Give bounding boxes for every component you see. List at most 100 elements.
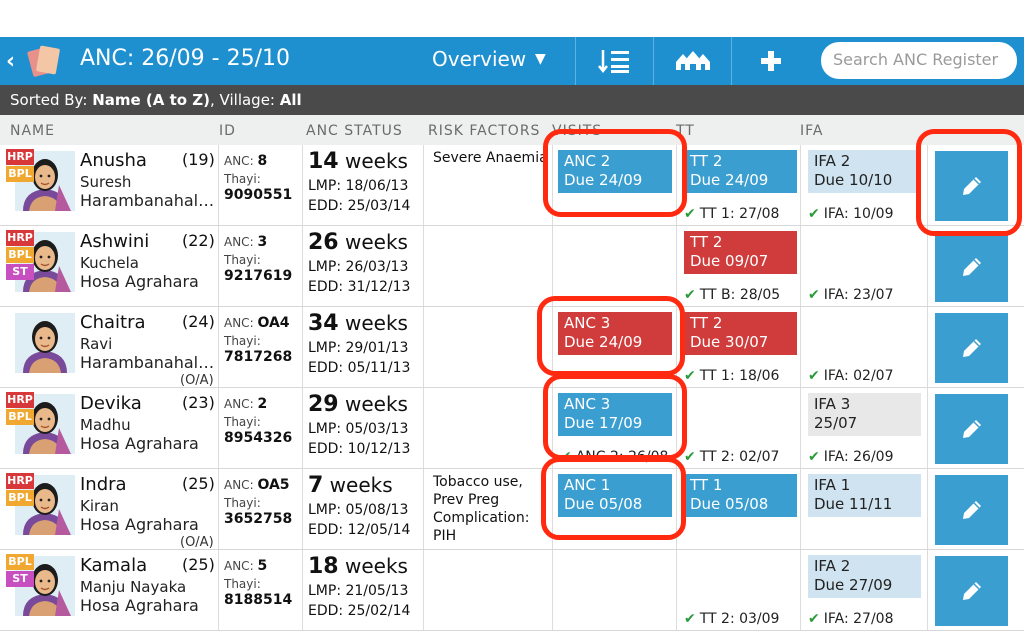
lmp-date: LMP: 21/05/13 — [308, 583, 409, 599]
tt-tile[interactable]: TT 2 Due 24/09 — [684, 150, 797, 193]
village-filter-button[interactable] — [653, 37, 731, 85]
thayi-id: 3652758 — [224, 511, 292, 527]
gestation-weeks: 18 weeks — [308, 554, 408, 579]
column-divider — [927, 226, 928, 306]
column-divider — [218, 469, 219, 549]
patient-name[interactable]: Kamala — [80, 555, 147, 576]
tt-tile-title: TT 2 — [690, 314, 723, 332]
ifa-tile[interactable]: IFA 2 Due 27/09 — [808, 555, 921, 598]
edit-button[interactable] — [935, 556, 1008, 626]
tt-tile[interactable]: TT 1 Due 05/08 — [684, 474, 797, 517]
risk-badge-hrp: HRP — [6, 392, 34, 408]
ifa-last-done-text: IFA: 26/09 — [823, 449, 894, 465]
column-divider — [302, 145, 303, 225]
column-divider — [302, 307, 303, 387]
patient-age: (25) — [182, 474, 215, 493]
add-button[interactable] — [731, 37, 809, 85]
column-divider — [927, 388, 928, 468]
tt-tile-due: Due 09/07 — [690, 252, 769, 270]
village-name: Hosa Agrahara — [80, 272, 199, 291]
risk-factors: Tobacco use, Prev Preg Complication: PIH — [433, 474, 530, 544]
weeks-number: 7 — [308, 473, 324, 498]
edit-button[interactable] — [935, 475, 1008, 545]
gestation-weeks: 29 weeks — [308, 392, 408, 417]
view-selector[interactable]: Overview — [432, 47, 526, 71]
thayi-label: Thayi: — [224, 415, 261, 429]
thayi-label: Thayi: — [224, 577, 261, 591]
risk-badge-bpl: BPL — [6, 166, 34, 182]
village-value[interactable]: All — [280, 91, 302, 109]
tt-tile-due: Due 05/08 — [690, 495, 769, 513]
tt-tile[interactable]: TT 2 Due 30/07 — [684, 312, 797, 355]
column-divider — [218, 307, 219, 387]
column-divider — [423, 550, 424, 630]
husband-name: Kuchela — [80, 254, 139, 272]
ifa-last-done-text: IFA: 02/07 — [823, 368, 894, 384]
patient-name[interactable]: Devika — [80, 393, 142, 414]
table-row[interactable]: HRP BPL ST Ashwini (22) Kuchela Hosa Agrahara A… — [0, 226, 1024, 307]
table-row[interactable]: HRP BPL Devika (23) Madhu Hosa Agrahara ANC: 2… — [0, 388, 1024, 469]
column-divider — [800, 388, 801, 468]
patient-name[interactable]: Chaitra — [80, 312, 146, 333]
patient-age: (25) — [182, 555, 215, 574]
table-row[interactable]: BPL ST Kamala (25) Manju Nayaka Hosa Agrahara… — [0, 550, 1024, 631]
ifa-last-done: ✔ IFA: 26/09 — [808, 449, 893, 465]
ifa-last-done-text: IFA: 10/09 — [823, 206, 894, 222]
chevron-down-icon[interactable]: ▼ — [535, 51, 546, 67]
ifa-last-done: ✔ IFA: 10/09 — [808, 206, 893, 222]
avatar — [15, 313, 75, 373]
patient-age: (22) — [182, 231, 215, 250]
ifa-tile[interactable]: IFA 3 25/07 — [808, 393, 921, 436]
sort-button[interactable] — [575, 37, 653, 85]
anc-id: ANC: 5 — [224, 558, 267, 574]
risk-badge-bpl: BPL — [6, 247, 34, 263]
risk-badge-st: ST — [6, 571, 34, 587]
search-input[interactable]: Search ANC Register — [821, 42, 1017, 79]
tt-tile-title: TT 2 — [690, 233, 723, 251]
column-divider — [423, 388, 424, 468]
tt-last-done: ✔ TT 2: 03/09 — [684, 611, 779, 627]
patient-name[interactable]: Ashwini — [80, 231, 149, 252]
check-icon: ✔ — [808, 287, 820, 303]
ifa-tile[interactable]: IFA 1 Due 11/11 — [808, 474, 921, 517]
tt-tile[interactable]: TT 2 Due 09/07 — [684, 231, 797, 274]
pencil-icon — [962, 420, 981, 438]
ifa-last-done: ✔ IFA: 02/07 — [808, 368, 893, 384]
table-row[interactable]: HRP BPL Indra (25) Kiran Hosa Agrahara (O/A) AN… — [0, 469, 1024, 550]
thayi-id: 7817268 — [224, 349, 292, 365]
lmp-date: LMP: 18/06/13 — [308, 178, 409, 194]
patient-name[interactable]: Anusha — [80, 150, 147, 171]
column-divider — [423, 145, 424, 225]
anc-id: ANC: 2 — [224, 396, 267, 412]
edit-button[interactable] — [935, 394, 1008, 464]
column-header: NAME ID ANC STATUS RISK FACTORS VISITS T… — [0, 115, 1024, 145]
column-divider — [218, 226, 219, 306]
sorted-by-value[interactable]: Name (A to Z) — [92, 91, 210, 109]
thayi-id: 9217619 — [224, 268, 292, 284]
patient-name[interactable]: Indra — [80, 474, 127, 495]
table-row[interactable]: HRP BPL Anusha (19) Suresh Harambanahalli ...… — [0, 145, 1024, 226]
ifa-tile[interactable]: IFA 2 Due 10/10 — [808, 150, 921, 193]
tt-tile-title: TT 1 — [690, 476, 723, 494]
column-divider — [423, 469, 424, 549]
back-icon[interactable]: ‹ — [6, 49, 15, 74]
page-title: ANC: 26/09 - 25/10 — [80, 46, 290, 71]
table-row[interactable]: Chaitra (24) Ravi Harambanahalli ... (O/A) AN… — [0, 307, 1024, 388]
thayi-id-value: 7817268 — [224, 349, 293, 365]
column-divider — [927, 307, 928, 387]
edit-button[interactable] — [935, 313, 1008, 383]
anc-id-label: ANC: — [224, 154, 254, 168]
edit-button[interactable] — [935, 232, 1008, 302]
column-divider — [927, 469, 928, 549]
ifa-tile-due: Due 27/09 — [814, 576, 893, 594]
column-divider — [800, 550, 801, 630]
check-icon: ✔ — [684, 368, 696, 384]
husband-name: Manju Nayaka — [80, 578, 187, 596]
tt-tile-due: Due 24/09 — [690, 171, 769, 189]
column-divider — [800, 226, 801, 306]
register-logo-icon[interactable] — [26, 43, 64, 79]
thayi-label: Thayi: — [224, 496, 261, 510]
tt-tile-due: Due 30/07 — [690, 333, 769, 351]
edd-date: EDD: 10/12/13 — [308, 441, 411, 457]
column-divider — [218, 550, 219, 630]
